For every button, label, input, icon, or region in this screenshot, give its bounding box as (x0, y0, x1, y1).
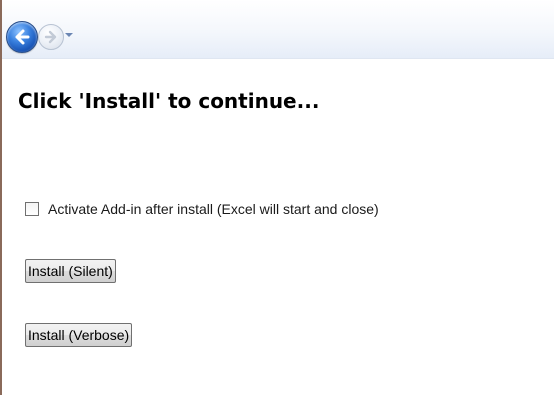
back-arrow-icon (15, 29, 30, 45)
navigation-bar (2, 0, 554, 59)
activate-addin-checkbox-row[interactable]: Activate Add-in after install (Excel wil… (25, 201, 379, 217)
installer-window: Click 'Install' to continue... Activate … (0, 0, 554, 395)
page-content: Click 'Install' to continue... Activate … (2, 59, 554, 395)
page-title: Click 'Install' to continue... (18, 89, 320, 113)
activate-addin-label: Activate Add-in after install (Excel wil… (48, 201, 379, 217)
forward-button[interactable] (38, 24, 64, 50)
history-dropdown-button[interactable] (64, 30, 74, 40)
forward-arrow-icon (44, 30, 57, 44)
chevron-down-icon (65, 33, 73, 37)
activate-addin-checkbox[interactable] (25, 202, 39, 216)
back-button[interactable] (6, 21, 38, 53)
install-verbose-button[interactable]: Install (Verbose) (25, 323, 133, 347)
install-silent-button[interactable]: Install (Silent) (25, 259, 116, 283)
